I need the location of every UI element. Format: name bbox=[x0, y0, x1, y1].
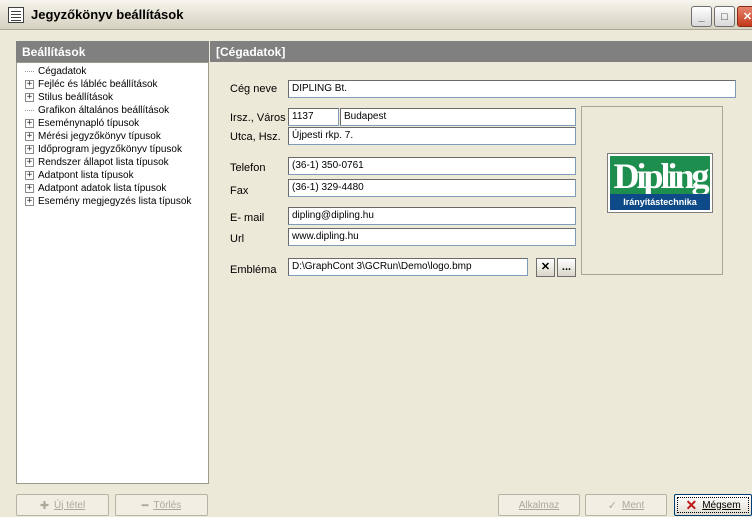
emblem-label: Embléma bbox=[230, 264, 277, 276]
tree-item-fejlec[interactable]: + Fejléc és lábléc beállítások bbox=[25, 78, 158, 91]
expand-plus-icon[interactable]: + bbox=[25, 93, 34, 102]
fax-field[interactable]: (36-1) 329-4480 bbox=[288, 179, 576, 197]
tree-item-label: Cégadatok bbox=[38, 66, 87, 77]
close-button[interactable]: ✕ bbox=[737, 6, 752, 27]
section-header: [Cégadatok] bbox=[210, 41, 752, 62]
tree-item-label: Eseménynapló típusok bbox=[38, 118, 140, 129]
settings-tree[interactable]: Cégadatok + Fejléc és lábléc beállítások… bbox=[16, 62, 209, 484]
app-document-icon bbox=[8, 6, 24, 23]
zip-city-label: Irsz., Város bbox=[230, 112, 286, 124]
plus-icon: ✚ bbox=[39, 499, 50, 512]
tree-item-label: Rendszer állapot lista típusok bbox=[38, 157, 169, 168]
tree-item-label: Grafikon általános beállítások bbox=[38, 105, 170, 116]
expand-plus-icon[interactable]: + bbox=[25, 171, 34, 180]
phone-field[interactable]: (36-1) 350-0761 bbox=[288, 157, 576, 175]
x-icon: ✕ bbox=[685, 496, 698, 513]
browse-emblem-button[interactable]: ... bbox=[557, 258, 576, 277]
expand-plus-icon[interactable]: + bbox=[25, 145, 34, 154]
tree-item-label: Fejléc és lábléc beállítások bbox=[38, 79, 158, 90]
expand-plus-icon[interactable]: + bbox=[25, 80, 34, 89]
title-bar: Jegyzőkönyv beállítások _ □ ✕ bbox=[0, 0, 752, 30]
phone-label: Telefon bbox=[230, 162, 266, 174]
tree-item-label: Mérési jegyzőkönyv típusok bbox=[38, 131, 161, 142]
tree-item-grafikon[interactable]: Grafikon általános beállítások bbox=[25, 104, 169, 117]
clear-emblem-button[interactable]: ✕ bbox=[536, 258, 555, 277]
zip-field[interactable]: 1137 bbox=[288, 108, 339, 126]
logo-preview: Dipling Irányítástechnika bbox=[581, 106, 723, 275]
save-button[interactable]: ✓ Ment bbox=[585, 494, 667, 516]
window-title: Jegyzőkönyv beállítások bbox=[31, 7, 184, 22]
settings-header: Beállítások bbox=[16, 41, 209, 62]
cancel-button[interactable]: ✕ Mégsem bbox=[674, 494, 752, 516]
emblem-path-field[interactable]: D:\GraphCont 3\GCRun\Demo\logo.bmp bbox=[288, 258, 528, 276]
tree-connector bbox=[25, 110, 34, 111]
email-field[interactable]: dipling@dipling.hu bbox=[288, 207, 576, 225]
tree-item-esemenynaplo[interactable]: + Eseménynapló típusok bbox=[25, 117, 139, 130]
tree-item-esemeny-megjegyzes[interactable]: + Esemény megjegyzés lista típusok bbox=[25, 195, 191, 208]
expand-plus-icon[interactable]: + bbox=[25, 158, 34, 167]
window-controls: _ □ ✕ bbox=[691, 6, 752, 27]
tree-item-rendszer[interactable]: + Rendszer állapot lista típusok bbox=[25, 156, 169, 169]
tree-item-label: Esemény megjegyzés lista típusok bbox=[38, 196, 192, 207]
street-field[interactable]: Újpesti rkp. 7. bbox=[288, 127, 576, 145]
company-name-label: Cég neve bbox=[230, 83, 278, 95]
tree-item-adatpont-lista[interactable]: + Adatpont lista típusok bbox=[25, 169, 134, 182]
tree-item-meresi[interactable]: + Mérési jegyzőkönyv típusok bbox=[25, 130, 161, 143]
new-item-button[interactable]: ✚ Új tétel bbox=[16, 494, 109, 516]
logo-wordmark: Dipling bbox=[613, 156, 709, 196]
tree-item-label: Adatpont lista típusok bbox=[38, 170, 134, 181]
minimize-button[interactable]: _ bbox=[691, 6, 712, 27]
tree-item-idoprogram[interactable]: + Időprogram jegyzőkönyv típusok bbox=[25, 143, 182, 156]
delete-button[interactable]: ━ Törlés bbox=[115, 494, 208, 516]
logo-subtitle: Irányítástechnika bbox=[610, 194, 710, 210]
url-label: Url bbox=[230, 233, 245, 245]
expand-plus-icon[interactable]: + bbox=[25, 197, 34, 206]
maximize-button[interactable]: □ bbox=[714, 6, 735, 27]
tree-item-stilus[interactable]: + Stilus beállítások bbox=[25, 91, 113, 104]
tree-item-label: Stilus beállítások bbox=[38, 92, 114, 103]
apply-button[interactable]: Alkalmaz bbox=[498, 494, 580, 516]
checkmark-icon: ✓ bbox=[607, 499, 617, 512]
tree-item-adatpont-adatok[interactable]: + Adatpont adatok lista típusok bbox=[25, 182, 166, 195]
street-label: Utca, Hsz. bbox=[230, 131, 281, 143]
tree-item-cegadatok[interactable]: Cégadatok bbox=[25, 65, 86, 78]
expand-plus-icon[interactable]: + bbox=[25, 132, 34, 141]
company-name-field[interactable]: DIPLING Bt. bbox=[288, 80, 736, 98]
url-field[interactable]: www.dipling.hu bbox=[288, 228, 576, 246]
city-field[interactable]: Budapest bbox=[340, 108, 576, 126]
fax-label: Fax bbox=[230, 185, 249, 197]
expand-plus-icon[interactable]: + bbox=[25, 184, 34, 193]
tree-connector bbox=[25, 71, 34, 72]
expand-plus-icon[interactable]: + bbox=[25, 119, 34, 128]
email-label: E- mail bbox=[230, 212, 265, 224]
tree-item-label: Időprogram jegyzőkönyv típusok bbox=[38, 144, 182, 155]
tree-item-label: Adatpont adatok lista típusok bbox=[38, 183, 167, 194]
minus-icon: ━ bbox=[141, 499, 149, 512]
company-logo: Dipling Irányítástechnika bbox=[607, 153, 713, 213]
